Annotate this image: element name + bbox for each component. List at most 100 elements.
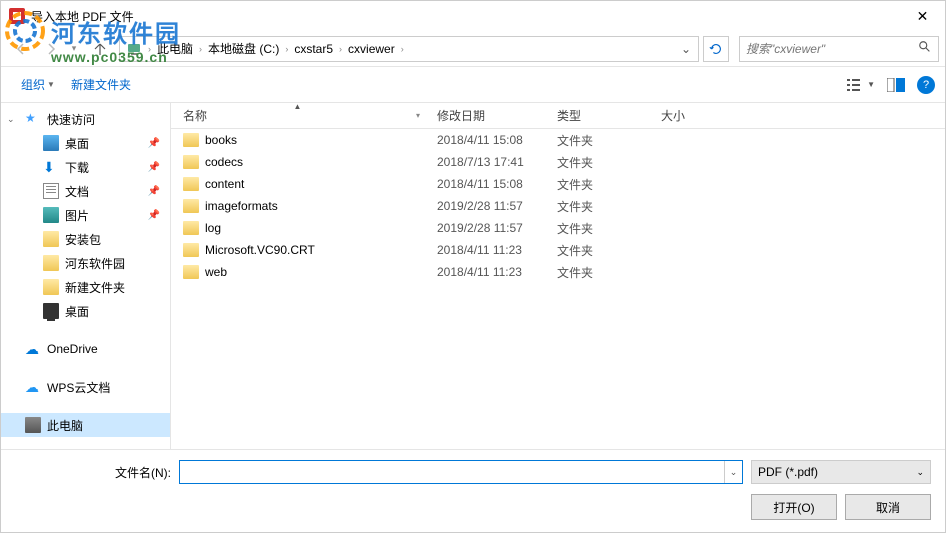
address-bar[interactable]: › 此电脑 › 本地磁盘 (C:) › cxstar5 › cxviewer ›… (119, 36, 699, 62)
search-icon[interactable] (918, 40, 932, 57)
sidebar-item-downloads[interactable]: ⬇ 下载 📌 (1, 155, 170, 179)
nav-forward-button[interactable] (37, 35, 65, 63)
organize-label: 组织 (21, 76, 45, 93)
expand-caret-icon[interactable]: ⌄ (7, 114, 15, 125)
file-type: 文件夹 (545, 264, 649, 281)
chevron-right-icon: › (399, 44, 406, 54)
file-row[interactable]: log 2019/2/28 11:57 文件夹 (171, 217, 945, 239)
nav-back-button[interactable] (7, 35, 35, 63)
window-close-button[interactable]: ✕ (900, 1, 945, 31)
cloud-icon: ☁ (25, 379, 41, 395)
organize-button[interactable]: 组织 ▼ (13, 72, 63, 97)
pin-icon: 📌 (148, 162, 160, 173)
sidebar-item-folder[interactable]: 桌面 (1, 299, 170, 323)
sidebar-label: 安装包 (65, 231, 101, 248)
sidebar-item-folder[interactable]: 新建文件夹 (1, 275, 170, 299)
sidebar-label: 快速访问 (47, 111, 95, 128)
breadcrumb-item[interactable]: 此电脑 (153, 38, 197, 59)
filename-dropdown[interactable]: ⌄ (724, 461, 742, 483)
arrow-up-icon (92, 41, 108, 57)
sidebar-item-pictures[interactable]: 图片 📌 (1, 203, 170, 227)
file-date: 2018/4/11 15:08 (425, 133, 545, 147)
nav-up-button[interactable] (87, 36, 113, 62)
desktop-icon (43, 135, 59, 151)
sidebar-item-wps[interactable]: ☁ WPS云文档 (1, 375, 170, 399)
chevron-right-icon: › (337, 44, 344, 54)
view-options-button[interactable]: ▼ (847, 78, 875, 92)
titlebar: 导入本地 PDF 文件 ✕ (1, 1, 945, 31)
cloud-icon: ☁ (25, 341, 41, 357)
sidebar-item-folder[interactable]: 安装包 (1, 227, 170, 251)
filename-label: 文件名(N): (115, 464, 171, 481)
sidebar-item-folder[interactable]: 河东软件园 (1, 251, 170, 275)
folder-icon (183, 177, 199, 191)
sidebar-item-onedrive[interactable]: ☁ OneDrive (1, 337, 170, 361)
file-row[interactable]: content 2018/4/11 15:08 文件夹 (171, 173, 945, 195)
column-header-type[interactable]: 类型 (545, 103, 649, 128)
dialog-footer: 文件名(N): ⌄ PDF (*.pdf) ⌄ 打开(O) 取消 (1, 449, 945, 530)
breadcrumb-item[interactable]: cxviewer (344, 40, 399, 58)
sidebar-item-desktop[interactable]: 桌面 📌 (1, 131, 170, 155)
column-header-name[interactable]: ▲ 名称 ▾ (171, 103, 425, 128)
help-button[interactable]: ? (917, 76, 935, 94)
sidebar-label: 图片 (65, 207, 89, 224)
cancel-button[interactable]: 取消 (845, 494, 931, 520)
address-dropdown[interactable]: ⌄ (676, 42, 696, 56)
new-folder-button[interactable]: 新建文件夹 (63, 72, 139, 97)
sidebar-label: 河东软件园 (65, 255, 125, 272)
breadcrumb-item[interactable]: 本地磁盘 (C:) (204, 38, 283, 59)
preview-pane-button[interactable] (887, 78, 905, 92)
file-type: 文件夹 (545, 198, 649, 215)
pc-icon (126, 41, 142, 57)
open-button[interactable]: 打开(O) (751, 494, 837, 520)
window-title: 导入本地 PDF 文件 (31, 8, 134, 25)
column-filter-dropdown[interactable]: ▾ (416, 111, 420, 120)
navigation-bar: ▾ › 此电脑 › 本地磁盘 (C:) › cxstar5 › cxviewer… (1, 31, 945, 67)
file-date: 2018/4/11 11:23 (425, 243, 545, 257)
folder-icon (183, 133, 199, 147)
chevron-down-icon: ⌄ (916, 467, 924, 478)
refresh-button[interactable] (703, 36, 729, 62)
file-name: web (205, 265, 227, 279)
search-box[interactable] (739, 36, 939, 62)
folder-icon (183, 265, 199, 279)
file-row[interactable]: books 2018/4/11 15:08 文件夹 (171, 129, 945, 151)
file-row[interactable]: web 2018/4/11 11:23 文件夹 (171, 261, 945, 283)
sidebar-label: 新建文件夹 (65, 279, 125, 296)
file-row[interactable]: codecs 2018/7/13 17:41 文件夹 (171, 151, 945, 173)
column-header-date[interactable]: 修改日期 (425, 103, 545, 128)
file-row[interactable]: imageformats 2019/2/28 11:57 文件夹 (171, 195, 945, 217)
pictures-icon (43, 207, 59, 223)
file-type: 文件夹 (545, 220, 649, 237)
pin-icon: 📌 (148, 186, 160, 197)
sidebar-item-thispc[interactable]: 此电脑 (1, 413, 170, 437)
file-date: 2018/7/13 17:41 (425, 155, 545, 169)
sidebar-item-documents[interactable]: 文档 📌 (1, 179, 170, 203)
filetype-label: PDF (*.pdf) (758, 465, 818, 479)
toolbar: 组织 ▼ 新建文件夹 ▼ ? (1, 67, 945, 103)
pc-icon (25, 417, 41, 433)
search-input[interactable] (746, 42, 918, 56)
document-icon (43, 183, 59, 199)
folder-icon (183, 243, 199, 257)
file-row[interactable]: Microsoft.VC90.CRT 2018/4/11 11:23 文件夹 (171, 239, 945, 261)
arrow-left-icon (13, 41, 29, 57)
column-header-size[interactable]: 大小 (649, 103, 729, 128)
chevron-down-icon: ▼ (47, 80, 55, 89)
file-name: content (205, 177, 244, 191)
filetype-select[interactable]: PDF (*.pdf) ⌄ (751, 460, 931, 484)
sort-ascending-icon: ▲ (294, 102, 302, 111)
folder-icon (43, 279, 59, 295)
app-icon (9, 8, 25, 24)
filename-input[interactable] (180, 461, 724, 483)
sidebar-quick-access[interactable]: ⌄ ★ 快速访问 (1, 107, 170, 131)
preview-pane-icon (887, 78, 905, 92)
star-icon: ★ (25, 111, 41, 127)
nav-recent-dropdown[interactable]: ▾ (67, 35, 81, 63)
chevron-right-icon: › (146, 44, 153, 54)
folder-icon (43, 255, 59, 271)
list-view-icon (847, 78, 865, 92)
breadcrumb-item[interactable]: cxstar5 (290, 40, 337, 58)
file-name: codecs (205, 155, 243, 169)
sidebar-label: OneDrive (47, 342, 98, 356)
